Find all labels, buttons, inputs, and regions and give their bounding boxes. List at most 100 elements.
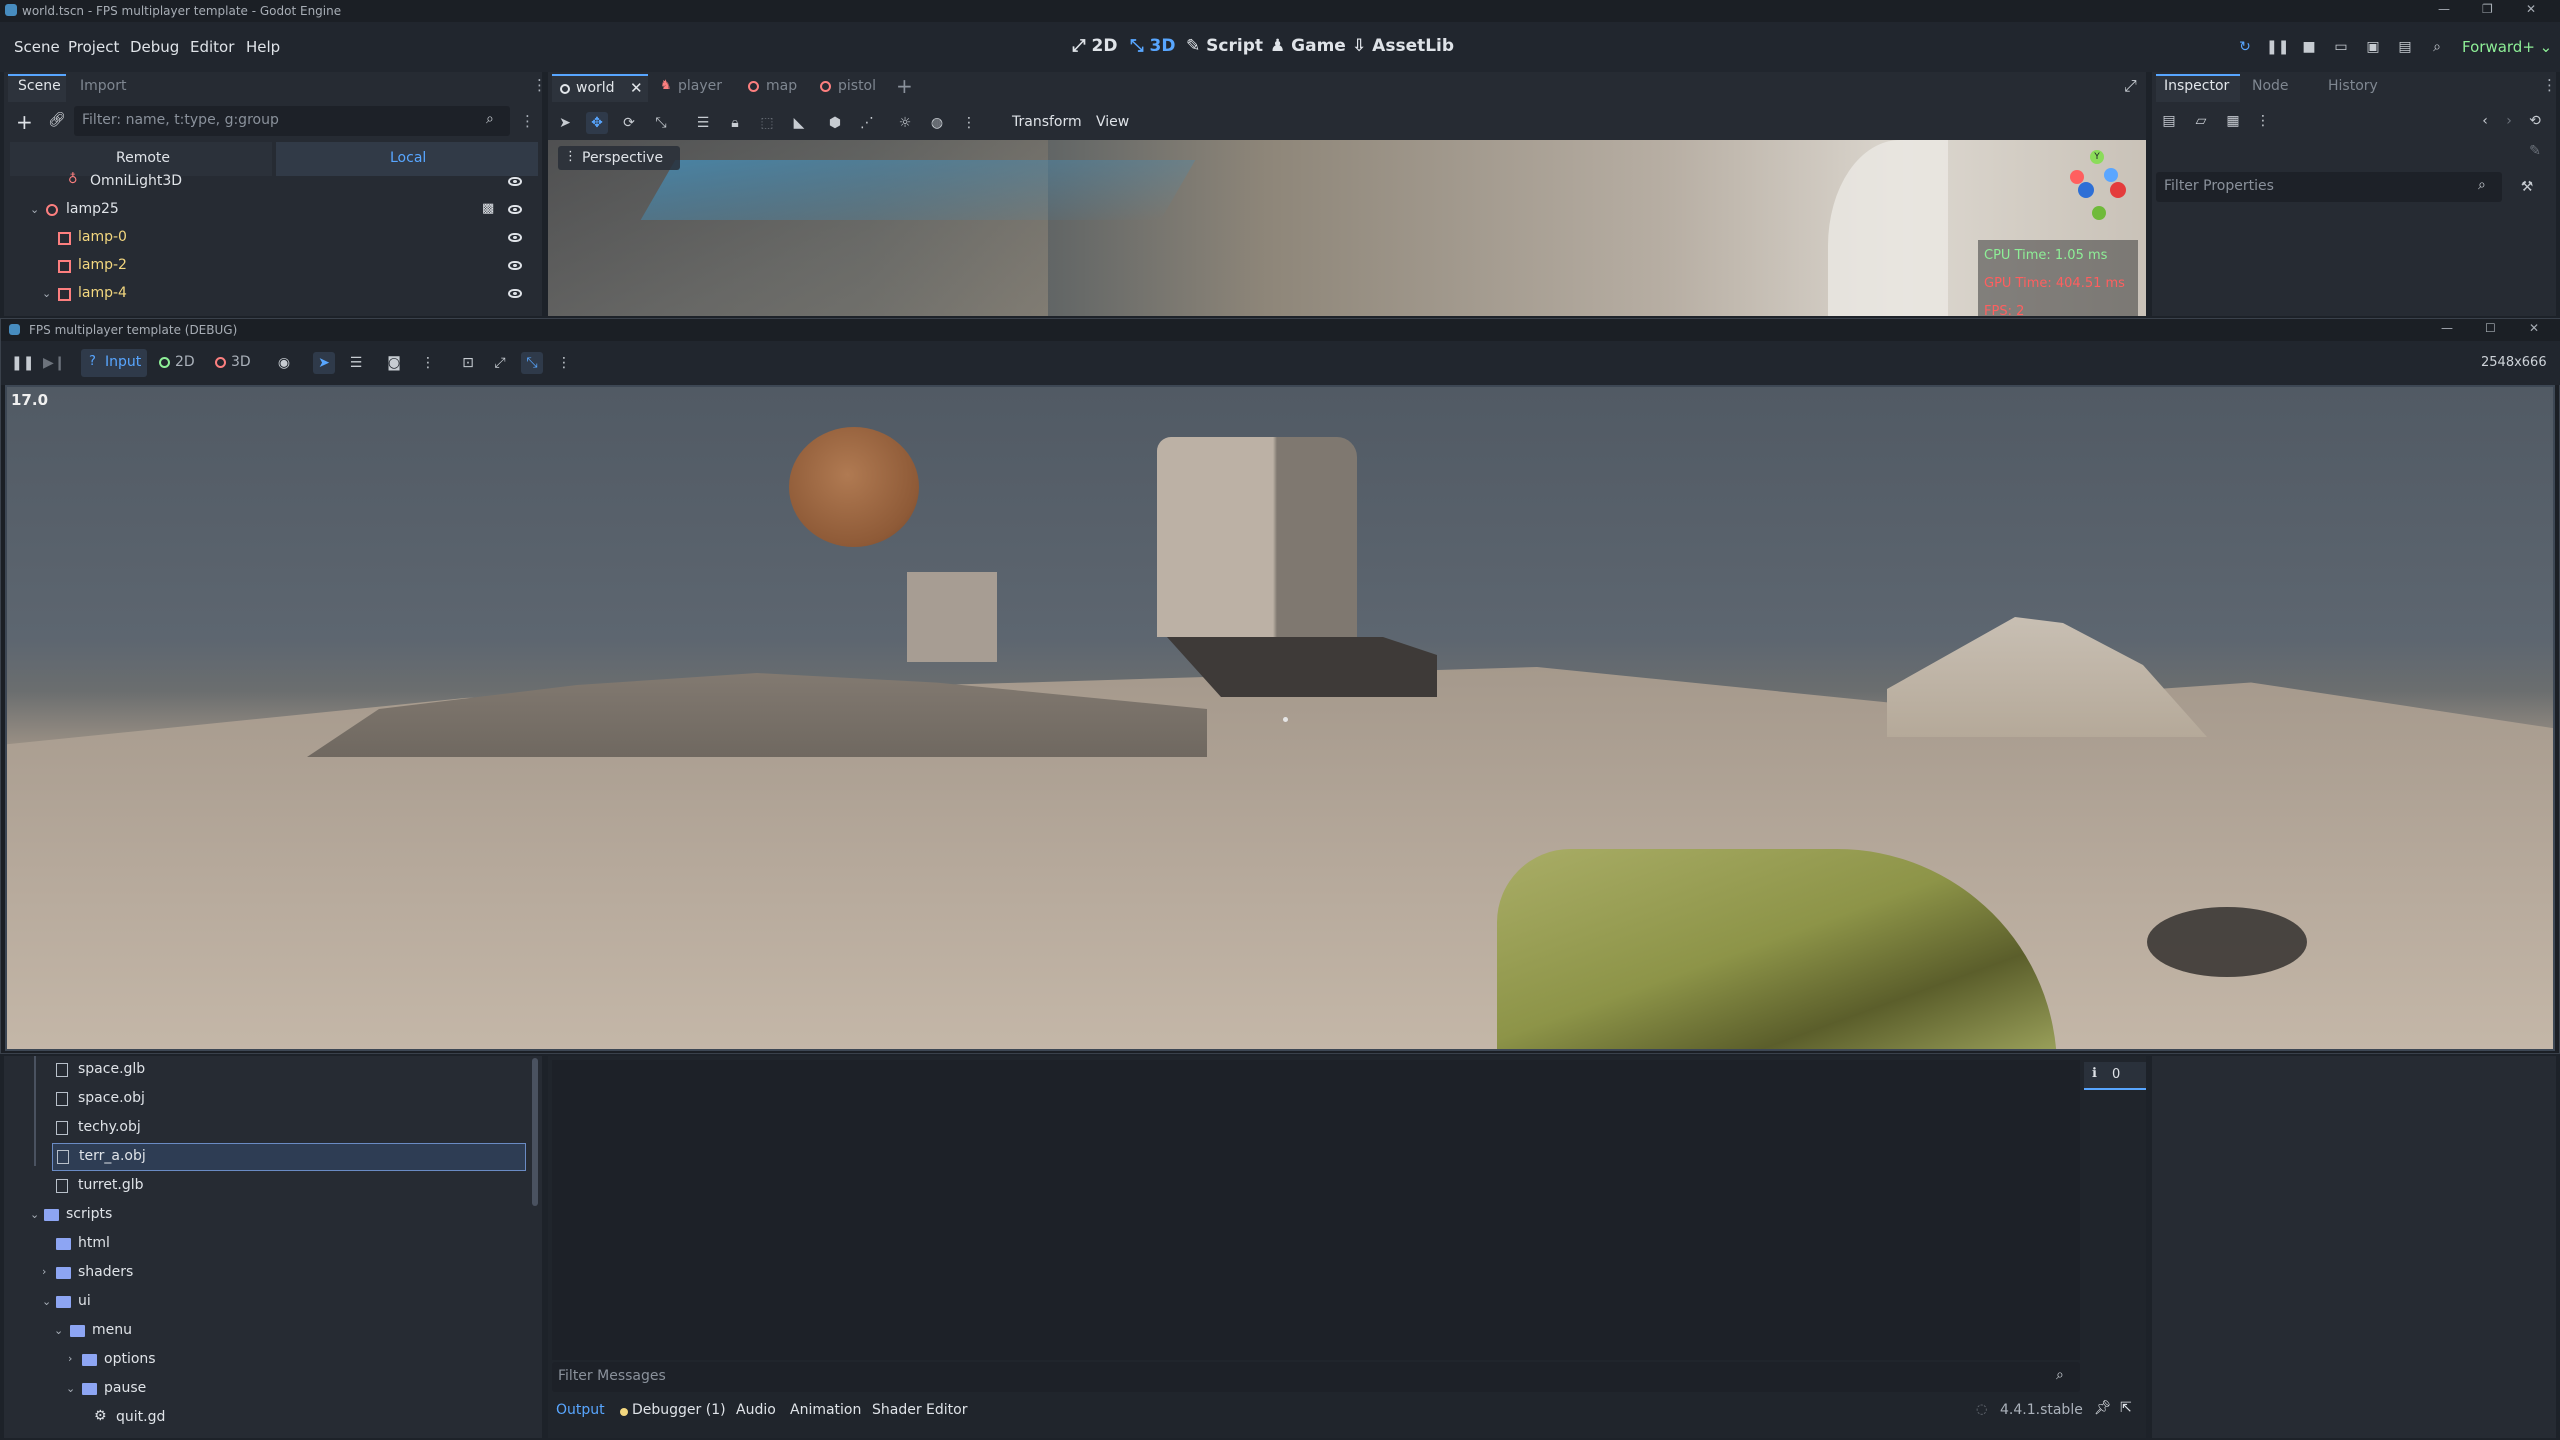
view-menu[interactable]: View	[1096, 114, 1129, 130]
dock-menu-icon[interactable]: ⋮	[2542, 76, 2557, 94]
message-count-toggle[interactable]: ℹ 0	[2084, 1062, 2146, 1090]
link-icon[interactable]: 🔗︎	[48, 112, 66, 128]
input-mode-button[interactable]: ? Input	[81, 349, 147, 377]
lock-icon[interactable]: 🔒︎	[724, 112, 746, 134]
tree-item-lamp-2[interactable]: lamp-2	[4, 252, 534, 280]
workspace-assetlib[interactable]: ⇩ AssetLib	[1352, 36, 1454, 56]
gizmo-z-icon[interactable]	[2104, 168, 2118, 182]
tab-animation[interactable]: Animation	[790, 1402, 861, 1418]
history-back-icon[interactable]: ‹	[2474, 110, 2496, 132]
fixed-size-icon[interactable]: ⊡	[457, 352, 479, 374]
menu-help[interactable]: Help	[246, 38, 280, 56]
version-label[interactable]: 4.4.1.stable	[2000, 1402, 2083, 1418]
inspector-tools-icon[interactable]: ⚒	[2516, 176, 2538, 198]
minimize-icon[interactable]: —	[2441, 321, 2453, 335]
scene-filter-input[interactable]: Filter: name, t:type, g:group ⌕	[74, 106, 510, 136]
filter-properties-input[interactable]: Filter Properties ⌕	[2156, 172, 2502, 202]
chevron-right-icon[interactable]: ›	[42, 1265, 46, 1278]
close-icon[interactable]: ✕	[2526, 2, 2536, 16]
camera-menu-icon[interactable]: ⋮	[417, 352, 439, 374]
next-frame-icon[interactable]: ▶❙	[43, 352, 66, 374]
rotate-tool-icon[interactable]: ⟳	[618, 112, 640, 134]
fs-folder-pause[interactable]: ⌄ pause	[4, 1375, 534, 1403]
fs-folder-options[interactable]: › options	[4, 1346, 534, 1374]
select-tool-icon[interactable]: ➤	[554, 112, 576, 134]
select-tool-icon[interactable]: ➤	[313, 352, 335, 374]
fs-folder-html[interactable]: html	[4, 1230, 534, 1258]
tab-audio[interactable]: Audio	[736, 1402, 776, 1418]
tree-item-lamp25[interactable]: ⌄ lamp25 ▩	[4, 196, 534, 224]
gizmo-neg-x-icon[interactable]	[2110, 182, 2126, 198]
embed-menu-icon[interactable]: ⋮	[553, 352, 575, 374]
close-tab-icon[interactable]: ✕	[630, 79, 643, 97]
add-node-icon[interactable]: +	[16, 110, 33, 134]
workspace-3d[interactable]: ⤡ 3D	[1130, 36, 1175, 56]
snap-icon[interactable]: ⋰	[856, 112, 878, 134]
menu-debug[interactable]: Debug	[130, 38, 179, 56]
view-gizmo[interactable]: Y	[2058, 146, 2138, 226]
fs-folder-scripts[interactable]: ⌄ scripts	[4, 1201, 534, 1229]
restore-icon[interactable]: ❐	[2482, 2, 2493, 16]
game-viewport[interactable]: 17.0	[5, 385, 2555, 1051]
maximize-icon[interactable]: ☐	[2485, 321, 2496, 335]
object-history-icon[interactable]: ⟲	[2524, 110, 2546, 132]
minimize-icon[interactable]: —	[2438, 2, 2450, 16]
tab-import[interactable]: Import	[80, 78, 126, 94]
workspace-script[interactable]: ✎ Script	[1186, 36, 1263, 56]
history-forward-icon[interactable]: ›	[2498, 110, 2520, 132]
reload-icon[interactable]: ↻	[2234, 36, 2256, 58]
list-select-icon[interactable]: ☰	[692, 112, 714, 134]
distraction-free-icon[interactable]: ⤢	[2124, 76, 2137, 96]
add-scene-tab-icon[interactable]: +	[896, 74, 913, 98]
environment-preview-icon[interactable]: ◍	[926, 112, 948, 134]
resource-menu-icon[interactable]: ⋮	[2252, 110, 2274, 132]
pin-icon[interactable]: 📌︎	[2094, 1400, 2112, 1416]
visibility-icon[interactable]	[508, 177, 522, 186]
visibility-icon[interactable]	[508, 289, 522, 298]
clapper-icon[interactable]: ▩	[482, 201, 494, 216]
tree-item-lamp-0[interactable]: lamp-0	[4, 224, 534, 252]
visibility-icon[interactable]	[508, 261, 522, 270]
keep-aspect-icon[interactable]: ⤢	[489, 352, 511, 374]
visibility-icon[interactable]	[508, 233, 522, 242]
fs-item-terr-a-obj[interactable]: terr_a.obj	[52, 1143, 526, 1171]
movie-icon[interactable]: ▣	[2362, 36, 2384, 58]
gizmo-neg-y-icon[interactable]	[2092, 206, 2106, 220]
move-tool-icon[interactable]: ✥	[586, 112, 608, 134]
menu-scene[interactable]: Scene	[14, 38, 60, 56]
chevron-down-icon[interactable]: ⌄	[42, 1295, 51, 1308]
play-custom-icon[interactable]: ▤	[2394, 36, 2416, 58]
search-scene-icon[interactable]: ⌕	[2426, 36, 2448, 58]
visibility-icon[interactable]: ◉	[273, 352, 295, 374]
pause-icon[interactable]: ❚❚	[11, 352, 34, 374]
expand-panel-icon[interactable]: ⇱	[2120, 1400, 2132, 1416]
chevron-down-icon[interactable]: ⌄	[66, 1382, 75, 1395]
visibility-icon[interactable]	[508, 205, 522, 214]
chevron-down-icon[interactable]: ⌄	[30, 1208, 39, 1221]
group-icon[interactable]: ⬚	[756, 112, 778, 134]
chevron-down-icon[interactable]: ⌄	[42, 287, 51, 300]
fs-item-space-glb[interactable]: space.glb	[4, 1056, 534, 1084]
menu-editor[interactable]: Editor	[190, 38, 234, 56]
stop-icon[interactable]: ■	[2298, 36, 2320, 58]
perspective-button[interactable]: ⋮ Perspective	[558, 146, 680, 170]
scale-tool-icon[interactable]: ⤡	[650, 112, 672, 134]
preview-menu-icon[interactable]: ⋮	[958, 112, 980, 134]
3d-viewport[interactable]: ⋮ Perspective Y CPU Time: 1.05 ms GPU Ti…	[548, 140, 2146, 316]
scene-tab-world[interactable]: world ✕	[552, 74, 648, 102]
fs-item-quit-gd[interactable]: ⚙ quit.gd	[4, 1404, 534, 1432]
new-resource-icon[interactable]: ▤	[2158, 110, 2180, 132]
local-space-icon[interactable]: ⬢	[824, 112, 846, 134]
tab-node[interactable]: Node	[2252, 78, 2289, 94]
tree-item-omnilight[interactable]: ♁ OmniLight3D	[4, 168, 534, 196]
tab-debugger[interactable]: Debugger (1)	[632, 1402, 726, 1418]
filter-messages-input[interactable]: Filter Messages ⌕	[552, 1362, 2080, 1392]
fs-folder-ui[interactable]: ⌄ ui	[4, 1288, 534, 1316]
fs-item-turret-glb[interactable]: turret.glb	[4, 1172, 534, 1200]
output-log[interactable]	[552, 1060, 2080, 1360]
load-resource-icon[interactable]: ▱	[2190, 110, 2212, 132]
fs-item-space-obj[interactable]: space.obj	[4, 1085, 534, 1113]
filter-menu-icon[interactable]: ⋮	[520, 112, 535, 130]
pause-icon[interactable]: ❚❚	[2266, 36, 2289, 58]
fs-folder-menu[interactable]: ⌄ menu	[4, 1317, 534, 1345]
